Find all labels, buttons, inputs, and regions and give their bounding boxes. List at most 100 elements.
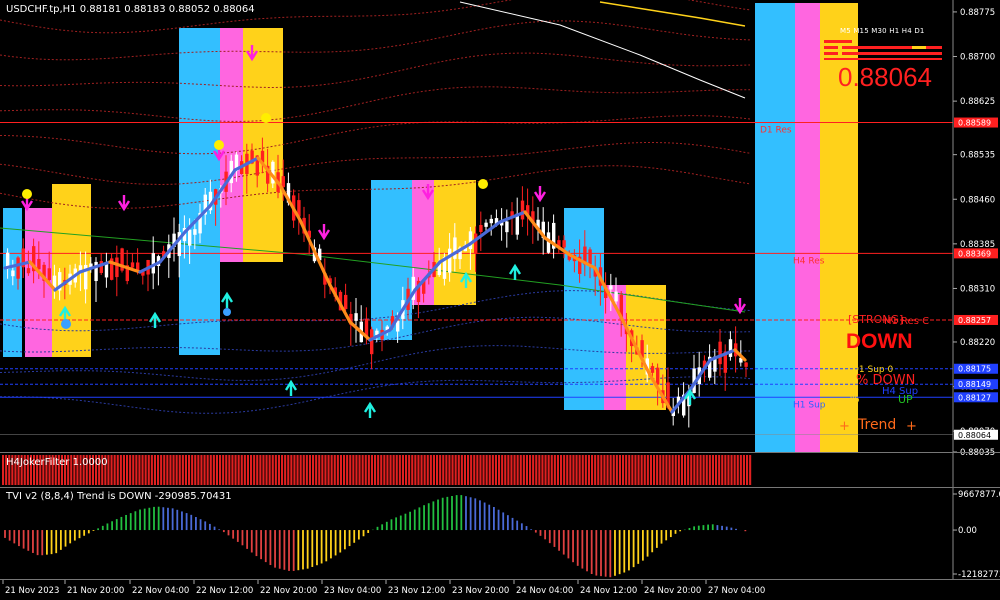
joker-bar — [643, 455, 646, 485]
joker-bar — [274, 455, 277, 485]
joker-bar — [153, 455, 156, 485]
joker-bar — [603, 455, 606, 485]
joker-bar — [699, 455, 702, 485]
joker-bar — [2, 455, 5, 485]
joker-bar — [166, 455, 169, 485]
joker-bar — [724, 455, 727, 485]
joker-bar — [355, 455, 358, 485]
joker-bar — [423, 455, 426, 485]
joker-bar — [656, 455, 659, 485]
joker-bar — [572, 455, 575, 485]
price-tick-label: 0.88460 — [960, 195, 995, 205]
time-tick-label: 22 Nov 04:00 — [132, 586, 189, 596]
bull-candle — [609, 285, 613, 290]
joker-bar — [132, 455, 135, 485]
joker-bar — [194, 455, 197, 485]
joker-bar — [315, 455, 318, 485]
session-box-cyan — [371, 180, 412, 340]
bear-candle — [370, 329, 374, 355]
bull-candle — [489, 218, 493, 224]
joker-bar — [445, 455, 448, 485]
joker-bar — [432, 455, 435, 485]
joker-bar — [473, 455, 476, 485]
joker-bar — [417, 455, 420, 485]
joker-bar — [277, 455, 280, 485]
joker-bar — [454, 455, 457, 485]
bear-candle — [656, 367, 660, 385]
joker-bar — [597, 455, 600, 485]
joker-bar — [457, 455, 460, 485]
current-price-display: 0.88064 — [838, 62, 932, 92]
joker-bar — [157, 455, 160, 485]
price-tick-label: 0.88775 — [960, 8, 995, 18]
joker-bar — [222, 455, 225, 485]
joker-bar — [336, 455, 339, 485]
joker-bar — [535, 455, 538, 485]
joker-bar — [708, 455, 711, 485]
joker-bar — [333, 455, 336, 485]
joker-bar — [563, 455, 566, 485]
joker-bar — [640, 455, 643, 485]
signal-dot-blue — [223, 308, 231, 316]
joker-bar — [296, 455, 299, 485]
time-axis-ticks: 21 Nov 2023 21 Nov 20:00 22 Nov 04:00 22 No… — [2, 580, 765, 596]
joker-bar — [234, 455, 237, 485]
joker-bar — [730, 455, 733, 485]
bull-candle — [354, 313, 358, 321]
joker-bar — [460, 455, 463, 485]
price-axis-bg — [953, 0, 1000, 600]
joker-bar — [293, 455, 296, 485]
joker-bar — [160, 455, 163, 485]
joker-filter-bars — [2, 455, 752, 485]
joker-bar — [225, 455, 228, 485]
joker-bar — [516, 455, 519, 485]
joker-bar — [556, 455, 559, 485]
joker-bar — [665, 455, 668, 485]
signal-display: DOWN — [846, 330, 913, 353]
joker-bar — [525, 455, 528, 485]
joker-bar — [256, 455, 259, 485]
joker-bar — [144, 455, 147, 485]
joker-bar — [398, 455, 401, 485]
joker-bar — [715, 455, 718, 485]
joker-bar — [401, 455, 404, 485]
joker-bar — [742, 455, 745, 485]
joker-bar — [637, 455, 640, 485]
joker-bar — [271, 455, 274, 485]
level-price-text: 0.88257 — [958, 316, 991, 325]
joker-bar — [463, 455, 466, 485]
joker-bar — [163, 455, 166, 485]
joker-bar — [696, 455, 699, 485]
bear-candle — [744, 362, 748, 367]
joker-bar — [628, 455, 631, 485]
joker-bar — [188, 455, 191, 485]
joker-bar — [436, 455, 439, 485]
time-tick-label: 24 Nov 20:00 — [644, 586, 701, 596]
joker-bar — [646, 455, 649, 485]
joker-bar — [405, 455, 408, 485]
joker-bar — [693, 455, 696, 485]
joker-bar — [566, 455, 569, 485]
joker-bar — [439, 455, 442, 485]
joker-bar — [246, 455, 249, 485]
joker-bar — [191, 455, 194, 485]
joker-bar — [519, 455, 522, 485]
joker-bar — [671, 455, 674, 485]
joker-bar — [513, 455, 516, 485]
up-percent: % — [850, 394, 860, 405]
price-tick-label: 0.88385 — [960, 240, 995, 250]
joker-bar — [618, 455, 621, 485]
signal-dot-blue — [61, 319, 71, 329]
session-box-cyan — [564, 208, 604, 410]
joker-bar — [147, 455, 150, 485]
tvi-tick-label: 0.00 — [958, 526, 977, 536]
joker-bar — [625, 455, 628, 485]
joker-bar — [711, 455, 714, 485]
joker-bar — [386, 455, 389, 485]
joker-bar — [615, 455, 618, 485]
joker-bar — [364, 455, 367, 485]
joker-bar — [212, 455, 215, 485]
bear-candle — [479, 225, 483, 232]
joker-bar — [498, 455, 501, 485]
joker-bar — [420, 455, 423, 485]
